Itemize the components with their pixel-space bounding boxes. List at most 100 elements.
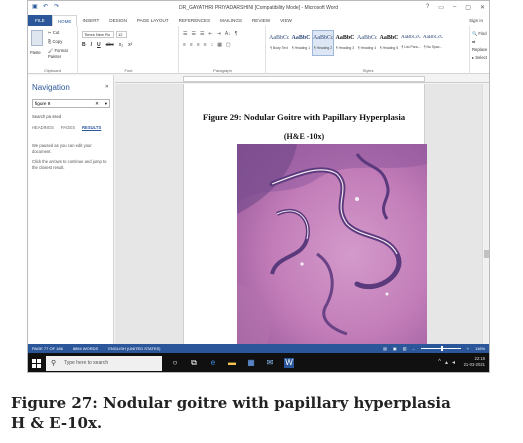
italic-button[interactable]: I: [91, 42, 92, 48]
copy-button[interactable]: ⎘ Copy: [48, 39, 62, 44]
navigation-search-input[interactable]: figure 9 ✕ ▾: [32, 99, 110, 108]
align-center-button[interactable]: ≡: [190, 42, 193, 48]
style-name: ¶ Heading 3: [335, 46, 355, 50]
ribbon-display-icon[interactable]: ▭: [438, 4, 444, 11]
close-icon[interactable]: ✕: [105, 84, 109, 90]
style-no-spacing[interactable]: AaBbCcC ¶ No Spac...: [422, 30, 444, 56]
micrograph-image: [237, 144, 427, 344]
bold-button[interactable]: B: [82, 42, 86, 48]
scrollbar-thumb[interactable]: [484, 250, 489, 258]
chevron-up-icon[interactable]: ^: [438, 359, 441, 366]
windows-start-icon[interactable]: [32, 359, 41, 368]
clock[interactable]: 22:18 21-03-2021: [464, 356, 485, 368]
chevron-down-icon[interactable]: ▾: [105, 100, 107, 108]
style-heading-5[interactable]: AaBbC ¶ Heading 5: [378, 30, 400, 56]
tab-mailings[interactable]: MAILINGS: [215, 15, 247, 26]
style-heading-4[interactable]: AaBbCc ¶ Heading 4: [356, 30, 378, 56]
select-button[interactable]: ▸ Select: [472, 54, 489, 62]
show-marks-button[interactable]: ¶: [235, 31, 238, 37]
taskbar-apps: ○ ⧉ e ▬ ▦ ✉ W: [170, 358, 294, 368]
horizontal-ruler[interactable]: [115, 75, 489, 83]
increase-indent-button[interactable]: ⇥: [217, 31, 221, 37]
cut-button[interactable]: ✂ Cut: [48, 30, 59, 35]
format-painter-button[interactable]: 🖌 Format Painter: [48, 48, 77, 59]
style-list-paragraph[interactable]: AaBbCcC ¶ List Para...: [400, 30, 422, 56]
maximize-button[interactable]: ▢: [465, 4, 471, 11]
superscript-button[interactable]: x²: [128, 42, 132, 48]
minimize-button[interactable]: –: [453, 4, 456, 11]
decrease-indent-button[interactable]: ⇤: [208, 31, 212, 37]
web-layout-icon[interactable]: ▥: [403, 344, 407, 353]
tab-headings[interactable]: HEADINGS: [32, 125, 54, 130]
paste-button[interactable]: Paste: [30, 50, 41, 55]
zoom-in-button[interactable]: +: [467, 344, 469, 353]
replace-label: Replace: [472, 47, 488, 52]
clipboard-group: Paste ✂ Cut ⎘ Copy 🖌 Format Painter Clip…: [28, 26, 78, 74]
find-button[interactable]: 🔍 Find: [472, 30, 489, 38]
cortana-icon[interactable]: ○: [170, 358, 180, 368]
borders-button[interactable]: ▢: [226, 42, 231, 48]
network-icon[interactable]: ▴: [445, 359, 448, 366]
style-name: ¶ Heading 2: [313, 46, 333, 50]
tab-insert[interactable]: INSERT: [77, 15, 104, 26]
style-heading-1[interactable]: AaBbC ¶ Heading 1: [290, 30, 312, 56]
volume-icon[interactable]: ◂: [452, 359, 455, 366]
sort-button[interactable]: A↓: [225, 31, 231, 37]
navigation-title: Navigation: [32, 83, 70, 92]
multilevel-list-button[interactable]: ☰: [200, 31, 204, 37]
close-button[interactable]: ✕: [480, 4, 485, 11]
store-icon[interactable]: ▦: [246, 358, 256, 368]
style-sample: AaBbC: [379, 35, 399, 41]
style-heading-2[interactable]: AaBbCc ¶ Heading 2: [312, 30, 334, 56]
clock-date: 21-03-2021: [463, 362, 485, 367]
shading-button[interactable]: ▦: [217, 42, 222, 48]
file-explorer-icon[interactable]: ▬: [227, 358, 237, 368]
replace-button[interactable]: ⇄ Replace: [472, 38, 489, 54]
taskbar-search-placeholder: Type here to search: [64, 360, 109, 366]
line-spacing-button[interactable]: ↕: [211, 42, 214, 48]
tab-pages[interactable]: PAGES: [61, 125, 75, 130]
font-family-select[interactable]: Times New Ro: [82, 31, 114, 38]
tab-page-layout[interactable]: PAGE LAYOUT: [132, 15, 174, 26]
underline-button[interactable]: U: [97, 42, 101, 48]
tab-review[interactable]: REVIEW: [247, 15, 275, 26]
tab-references[interactable]: REFERENCES: [174, 15, 215, 26]
style-body-text[interactable]: AaBbCcI ¶ Body Text: [268, 30, 290, 56]
tab-results[interactable]: RESULTS: [82, 125, 101, 130]
sign-in-link[interactable]: Sign in: [469, 18, 483, 23]
help-icon[interactable]: ?: [426, 4, 429, 11]
bullets-button[interactable]: ☰: [183, 31, 187, 37]
font-size-select[interactable]: 12: [116, 31, 127, 38]
align-left-button[interactable]: ≡: [183, 42, 186, 48]
tab-design[interactable]: DESIGN: [104, 15, 132, 26]
read-mode-icon[interactable]: ▤: [383, 344, 387, 353]
taskbar-search-input[interactable]: ⚲ Type here to search: [46, 356, 162, 371]
numbering-button[interactable]: ☰: [191, 31, 195, 37]
style-heading-3[interactable]: AaBbC ¶ Heading 3: [334, 30, 356, 56]
document-page[interactable]: Figure 29: Nodular Goitre with Papillary…: [183, 84, 427, 344]
word-taskbar-icon[interactable]: W: [284, 358, 294, 368]
title-bar: ▣ ↶ ↷ DR_GAYATHRI PRIYADARSHINI [Compati…: [28, 1, 489, 15]
strikethrough-button[interactable]: abc: [106, 42, 114, 48]
zoom-out-button[interactable]: –: [412, 344, 414, 353]
clear-icon[interactable]: ✕: [95, 100, 99, 108]
zoom-slider-handle[interactable]: [440, 346, 443, 351]
justify-button[interactable]: ≡: [204, 42, 207, 48]
word-count[interactable]: 8894 WORDS: [73, 344, 98, 353]
tab-file[interactable]: FILE: [28, 15, 52, 26]
paste-icon[interactable]: [31, 30, 43, 46]
zoom-slider[interactable]: [420, 346, 461, 351]
tab-home[interactable]: HOME: [51, 15, 78, 26]
print-layout-icon[interactable]: ▣: [393, 344, 397, 353]
align-right-button[interactable]: ≡: [197, 42, 200, 48]
find-label: Find: [478, 31, 487, 36]
vertical-scrollbar[interactable]: [482, 84, 489, 344]
mail-icon[interactable]: ✉: [265, 358, 275, 368]
language[interactable]: ENGLISH (UNITED STATES): [108, 344, 160, 353]
tab-view[interactable]: VIEW: [275, 15, 297, 26]
task-view-icon[interactable]: ⧉: [189, 358, 199, 368]
zoom-level[interactable]: 116%: [475, 344, 485, 353]
edge-icon[interactable]: e: [208, 358, 218, 368]
page-count[interactable]: PAGE 77 OF 186: [32, 344, 63, 353]
subscript-button[interactable]: x₂: [119, 42, 123, 48]
